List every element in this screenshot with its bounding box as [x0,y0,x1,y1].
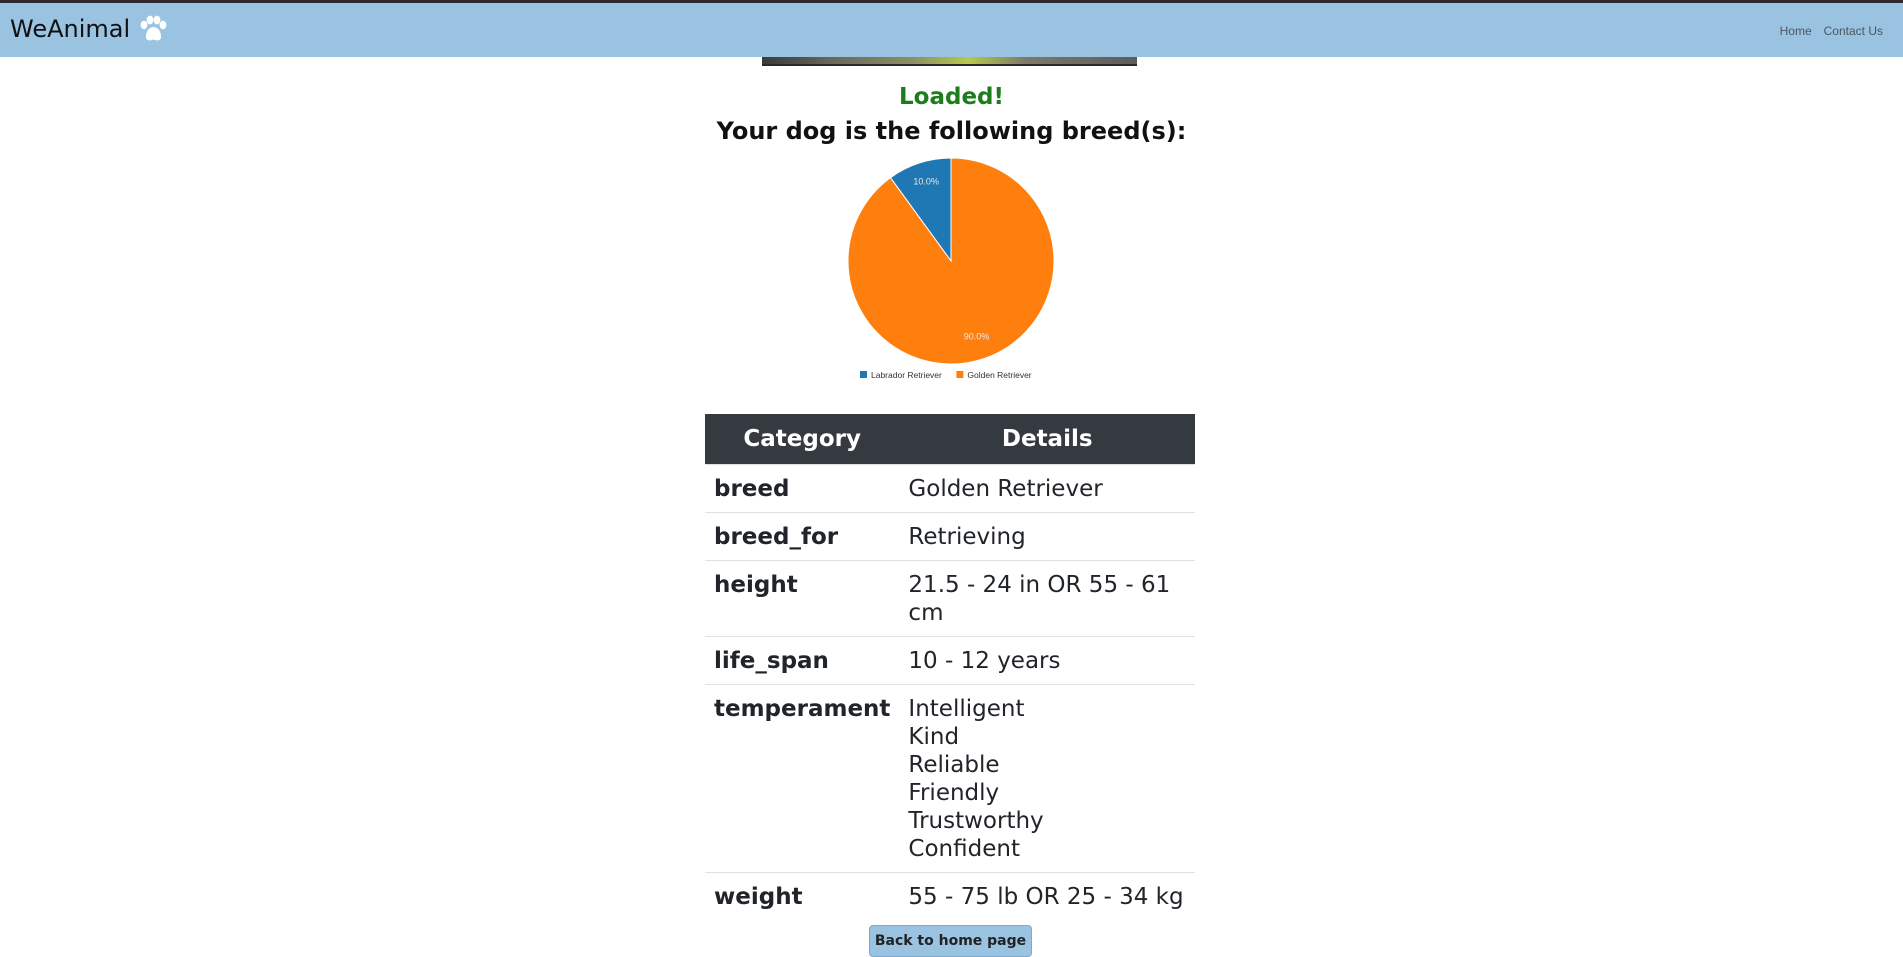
result-heading: Your dog is the following breed(s): [716,117,1187,145]
navbar: WeAnimal Home Contact Us [0,3,1903,57]
loaded-status: Loaded! [899,84,1004,110]
legend-label: Labrador Retriever [871,370,942,380]
detail-line: Reliable [908,752,1000,778]
uploaded-dog-image [762,57,1137,66]
pie-slice-golden [847,157,1055,365]
brand-name: WeAnimal [10,15,131,43]
breed-pie-chart: 10.0% 90.0% Labrador Retriever Golden Retri… [847,157,1055,380]
detail-line: 21.5 - 24 in OR 55 - 61 cm [908,572,1171,626]
paw-icon [140,15,167,41]
brand[interactable]: WeAnimal [10,15,168,43]
table-header-row: Category Details [705,414,1195,465]
row-details: 21.5 - 24 in OR 55 - 61 cm [899,560,1195,637]
header-category: Category [705,414,900,465]
row-details: 10 - 12 years [899,636,1195,685]
row-details: 55 - 75 lb OR 25 - 34 kg [899,872,1195,920]
detail-line: Trustworthy [908,808,1044,834]
pie-data-label: 10.0% [913,177,939,187]
row-details: Golden Retriever [899,464,1195,513]
detail-line: Retrieving [908,524,1026,550]
nav-contact-link[interactable]: Contact Us [1824,24,1883,38]
row-category: temperament [705,684,900,873]
row-category: weight [705,872,900,920]
detail-line: Friendly [908,780,1000,806]
header-details: Details [899,414,1195,465]
detail-line: Golden Retriever [908,476,1103,502]
legend-swatch [860,371,867,378]
pie-data-label: 90.0% [964,331,990,341]
legend-label: Golden Retriever [967,370,1031,380]
row-category: height [705,560,900,637]
legend-swatch [956,371,964,378]
table-row: breed_for Retrieving [705,512,1195,561]
row-details: Retrieving [899,512,1195,561]
table-row: breed Golden Retriever [705,464,1195,513]
detail-line: Intelligent [908,696,1025,722]
row-category: breed_for [705,512,900,561]
nav-links: Home Contact Us [1780,24,1883,38]
detail-line: 10 - 12 years [908,648,1061,674]
table-row: life_span 10 - 12 years [705,636,1195,685]
row-details: Intelligent Kind Reliable Friendly Trustwort… [899,684,1195,873]
row-category: life_span [705,636,900,685]
table-row: weight 55 - 75 lb OR 25 - 34 kg [705,872,1195,920]
table-row: temperament Intelligent Kind Reliable Friend… [705,684,1195,873]
detail-line: 55 - 75 lb OR 25 - 34 kg [908,884,1184,910]
detail-line: Confident [908,836,1020,862]
breed-info-table: Category Details breed Golden Retriever br… [705,414,1195,920]
row-category: breed [705,464,900,513]
back-home-button[interactable]: Back to home page [869,925,1032,957]
table-row: height 21.5 - 24 in OR 55 - 61 cm [705,560,1195,637]
detail-line: Kind [908,724,960,750]
nav-home-link[interactable]: Home [1780,24,1812,38]
